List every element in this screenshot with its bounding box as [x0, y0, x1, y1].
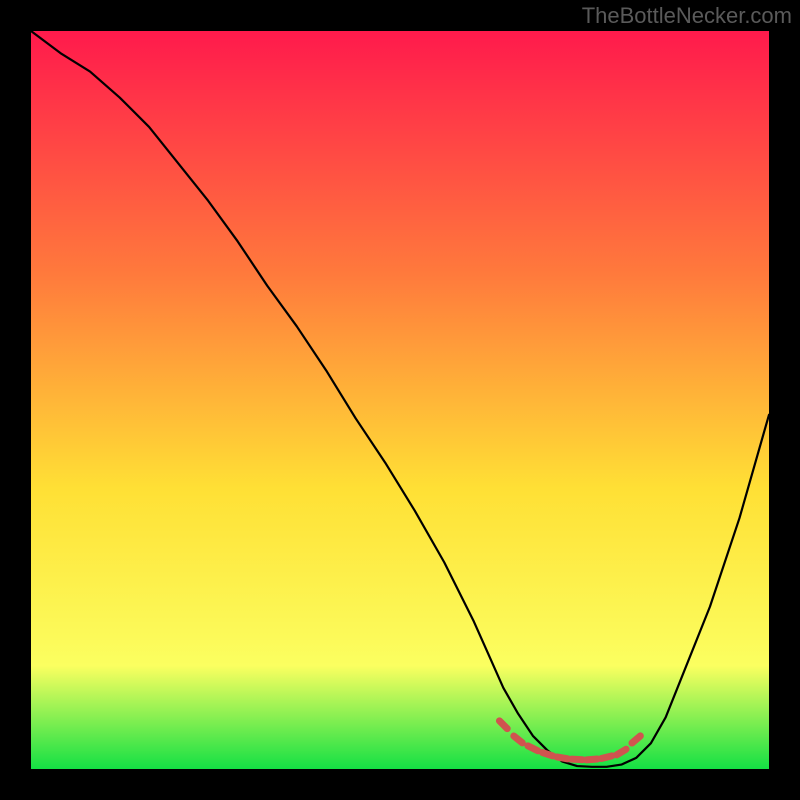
bottleneck-chart — [31, 31, 769, 769]
chart-root: TheBottleNecker.com — [0, 0, 800, 800]
gradient-background — [31, 31, 769, 769]
watermark-text: TheBottleNecker.com — [582, 3, 792, 29]
plot-area — [31, 31, 769, 769]
